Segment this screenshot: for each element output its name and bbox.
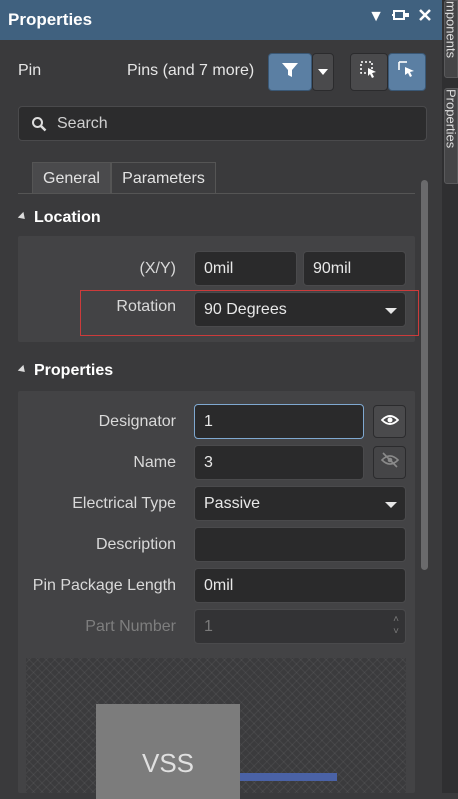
tab-parameters[interactable]: Parameters <box>111 162 216 194</box>
spinner-icon: ˄ ˅ <box>393 614 399 637</box>
part-number-value: 1 <box>204 617 213 635</box>
component-label: VSS <box>141 748 195 778</box>
tab-general-label: General <box>43 169 100 187</box>
object-kind: Pin <box>18 62 42 79</box>
dock-tab-properties[interactable]: Properties <box>444 88 458 184</box>
part-number-field: 1 ˄ ˅ <box>194 609 406 644</box>
name-value: 3 <box>204 453 213 471</box>
panel-title: Properties <box>8 10 93 29</box>
properties-heading: Properties <box>34 362 114 379</box>
pin-graphic <box>240 773 337 781</box>
dock-tab-properties-label: Properties <box>444 89 458 149</box>
electrical-type-value: Passive <box>204 494 261 512</box>
select-inside-button[interactable] <box>350 53 388 91</box>
panel-titlebar: Properties ▼ <box>0 0 442 40</box>
part-number-label: Part Number <box>85 618 176 635</box>
pin-package-length-label: Pin Package Length <box>32 577 176 594</box>
name-field[interactable]: 3 <box>194 445 364 480</box>
x-value: 0mil <box>204 259 234 277</box>
component-body: VSS <box>96 704 240 799</box>
selection-summary: Pins (and 7 more) <box>127 62 255 79</box>
y-field[interactable]: 90mil <box>303 251 406 286</box>
dock-tab-components-label: mponents <box>444 1 458 59</box>
description-label: Description <box>95 536 176 553</box>
designator-visibility-button[interactable] <box>373 405 406 438</box>
select-inside-icon <box>359 60 379 85</box>
electrical-type-label: Electrical Type <box>72 495 176 512</box>
properties-section-header[interactable]: Properties <box>17 362 114 380</box>
filter-icon <box>281 61 299 84</box>
collapse-triangle-icon <box>17 364 28 375</box>
select-cursor-icon <box>397 60 417 85</box>
x-field[interactable]: 0mil <box>194 251 297 286</box>
filter-dropdown-button[interactable] <box>312 53 334 91</box>
location-section-header[interactable]: Location <box>17 209 101 227</box>
designator-label: Designator <box>98 413 176 430</box>
name-visibility-button[interactable] <box>373 446 406 479</box>
filter-button[interactable] <box>268 53 312 91</box>
tab-divider <box>18 193 415 194</box>
electrical-type-dropdown[interactable]: Passive <box>194 486 406 521</box>
scrollbar-thumb[interactable] <box>421 180 428 570</box>
chevron-down-icon <box>318 69 328 75</box>
description-field[interactable] <box>194 527 406 562</box>
tab-parameters-label: Parameters <box>122 169 205 187</box>
search-box[interactable]: Search <box>18 106 427 141</box>
select-cursor-button[interactable] <box>388 53 426 91</box>
search-placeholder: Search <box>57 114 108 132</box>
panel-menu-icon[interactable]: ▼ <box>368 8 384 27</box>
pin-panel-icon[interactable] <box>392 8 410 27</box>
xy-label: (X/Y) <box>139 260 176 277</box>
tab-general[interactable]: General <box>32 162 111 194</box>
designator-value: 1 <box>204 412 213 430</box>
search-icon <box>31 116 47 132</box>
close-icon[interactable] <box>418 8 432 27</box>
eye-icon <box>380 413 399 431</box>
location-heading: Location <box>34 209 101 226</box>
eye-off-icon <box>380 452 399 473</box>
highlight-box <box>80 290 419 336</box>
chevron-down-icon <box>385 502 397 508</box>
y-value: 90mil <box>313 259 352 277</box>
collapse-triangle-icon <box>17 211 28 222</box>
pin-package-length-field[interactable]: 0mil <box>194 568 406 603</box>
name-label: Name <box>133 454 176 471</box>
pin-package-length-value: 0mil <box>204 576 234 594</box>
designator-field[interactable]: 1 <box>194 404 364 439</box>
dock-tab-components[interactable]: mponents <box>444 0 458 78</box>
